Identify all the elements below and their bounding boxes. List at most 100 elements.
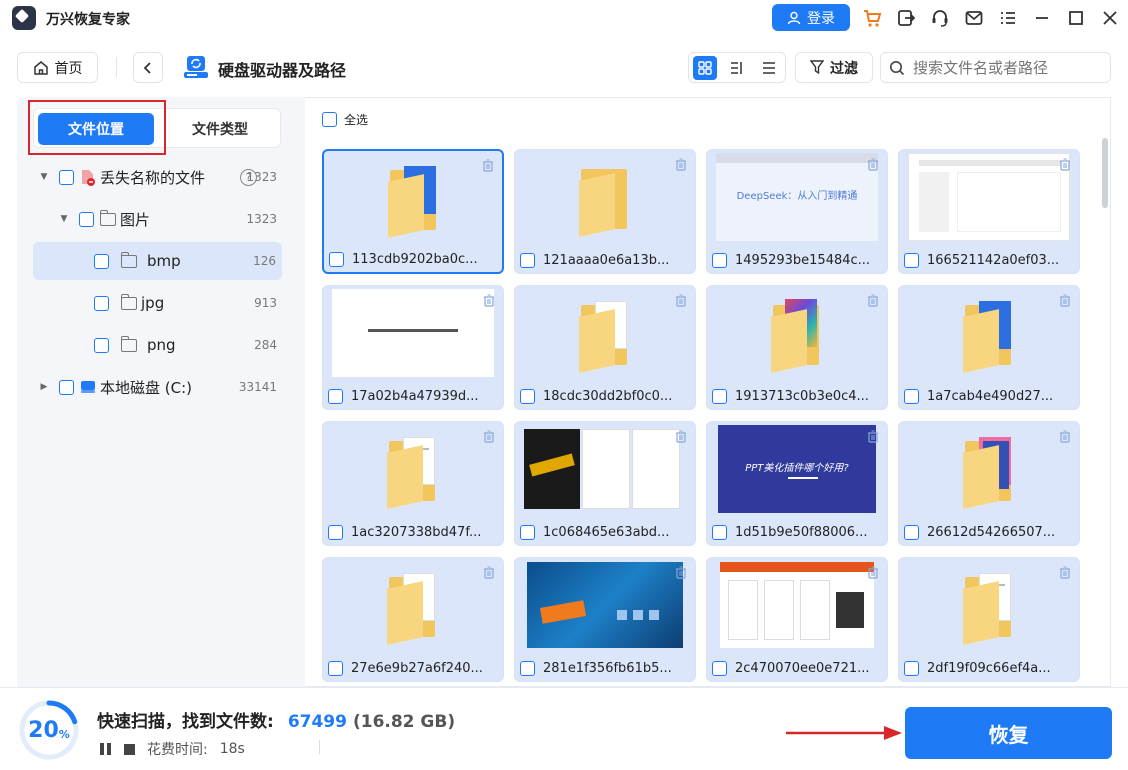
file-card[interactable]: 121aaaa0e6a13b... [514,149,696,274]
caret-right-icon[interactable]: ▶ [39,382,49,392]
list-view-button[interactable] [757,56,781,80]
file-card[interactable]: 18cdc30dd2bf0c0... [514,285,696,410]
file-name-row: 18cdc30dd2bf0c0... [520,389,690,404]
tree-item-bmp[interactable]: bmp 126 [33,242,282,280]
file-checkbox[interactable] [520,253,535,268]
caret-down-icon[interactable]: ▼ [39,172,49,182]
file-checkbox[interactable] [520,661,535,676]
login-label: 登录 [807,10,835,27]
file-checkbox[interactable] [904,389,919,404]
file-card[interactable]: 281e1f356fb61b5... [514,557,696,682]
tab-file-type[interactable]: 文件类型 [162,113,278,145]
file-checkbox[interactable] [328,661,343,676]
list-icon [763,61,775,74]
file-checkbox[interactable] [712,525,727,540]
file-card[interactable]: 1a7cab4e490d27... [898,285,1080,410]
page-title: 硬盘驱动器及路径 [218,61,347,80]
file-checkbox[interactable] [904,253,919,268]
file-checkbox[interactable] [712,389,727,404]
file-card[interactable]: 2df19f09c66ef4a... [898,557,1080,682]
file-name-row: 1a7cab4e490d27... [904,389,1074,404]
tree-checkbox[interactable] [94,337,109,353]
tree-count: 284 [254,338,277,352]
file-checkbox[interactable] [904,661,919,676]
hard-drive-icon [184,56,208,78]
file-name: 1913713c0b3e0c4... [735,389,869,404]
file-checkbox[interactable] [328,525,343,540]
support-headset-icon[interactable] [928,6,952,30]
cart-icon[interactable] [860,6,884,30]
file-name-row: 121aaaa0e6a13b... [520,253,690,268]
tree-item-jpg[interactable]: jpg 913 [17,285,305,321]
tree-label: 本地磁盘 (C:) [100,378,192,397]
file-name: 1d51b9e50f88006... [735,525,868,540]
grid-icon [698,60,712,75]
caret-down-icon[interactable]: ▼ [59,214,69,224]
scan-count: 67499 [287,712,347,732]
file-checkbox[interactable] [904,525,919,540]
select-all-checkbox[interactable] [322,112,337,127]
tree-label: 图片 [120,210,151,229]
file-card[interactable]: DeepSeek：从入门到精通 1495293be15484c... [706,149,888,274]
recover-button[interactable]: 恢复 [905,707,1112,759]
maximize-icon[interactable] [1064,6,1088,30]
file-thumbnail [332,561,494,649]
minimize-icon[interactable] [1030,6,1054,30]
file-card[interactable]: 166521142a0ef03... [898,149,1080,274]
trash-icon [1060,430,1070,443]
file-card[interactable]: 2c470070ee0e721... [706,557,888,682]
detail-view-button[interactable] [725,56,749,80]
view-mode-group [688,52,786,83]
file-card[interactable]: 17a02b4a47939d... [322,285,504,410]
file-card[interactable]: 26612d54266507... [898,421,1080,546]
file-checkbox[interactable] [520,525,535,540]
file-card[interactable]: 1913713c0b3e0c4... [706,285,888,410]
tree-checkbox[interactable] [94,253,109,269]
stop-icon[interactable] [124,743,135,755]
file-thumbnail [524,425,686,513]
filter-button[interactable]: 过滤 [795,52,873,83]
file-checkbox[interactable] [520,389,535,404]
pause-icon[interactable] [100,743,112,755]
file-thumbnail [908,425,1070,513]
export-icon[interactable] [894,6,918,30]
file-thumbnail [524,153,686,241]
select-all[interactable]: 全选 [322,111,368,128]
tree-checkbox[interactable] [59,169,74,185]
left-panel: 文件位置 文件类型 ▼ 丢失名称的文件 ? 1323 ▼ 图片 1323 bmp… [17,97,305,687]
tree-item-png[interactable]: png 284 [17,327,305,363]
file-card[interactable]: PPT美化插件哪个好用? 1d51b9e50f88006... [706,421,888,546]
trash-icon [484,566,494,579]
file-checkbox[interactable] [712,253,727,268]
file-name-row: 2df19f09c66ef4a... [904,661,1074,676]
home-button[interactable]: 首页 [17,52,98,83]
tree-checkbox[interactable] [79,211,94,227]
file-card[interactable]: 1ac3207338bd47f... [322,421,504,546]
mail-icon[interactable] [962,6,986,30]
back-button[interactable] [133,52,163,83]
deepseek-title: DeepSeek：从入门到精通 [736,191,858,202]
login-button[interactable]: 登录 [772,4,850,31]
file-checkbox[interactable] [712,661,727,676]
file-checkbox[interactable] [329,252,344,267]
scrollbar[interactable] [1102,138,1108,208]
tree-item-pictures[interactable]: ▼ 图片 1323 [17,201,305,237]
close-icon[interactable] [1098,6,1122,30]
tree-label: 丢失名称的文件 [100,168,206,187]
tree-item-local-disk[interactable]: ▶ 本地磁盘 (C:) 33141 [17,369,305,405]
file-card[interactable]: 27e6e9b27a6f240... [322,557,504,682]
folder-icon [121,251,137,268]
grid-view-button[interactable] [693,55,717,80]
tree-checkbox[interactable] [94,295,109,311]
folder-icon [100,209,116,226]
file-card[interactable]: 1c068465e63abd... [514,421,696,546]
tree-checkbox[interactable] [59,379,74,395]
menu-list-icon[interactable] [996,6,1020,30]
tree-item-lost-names[interactable]: ▼ 丢失名称的文件 ? 1323 [17,159,305,195]
file-card[interactable]: 113cdb9202ba0c... [322,149,504,274]
file-checkbox[interactable] [328,389,343,404]
chevron-left-icon [143,61,151,74]
file-name: 17a02b4a47939d... [351,389,479,404]
search-input[interactable] [913,58,1103,77]
trash-icon [676,566,686,579]
